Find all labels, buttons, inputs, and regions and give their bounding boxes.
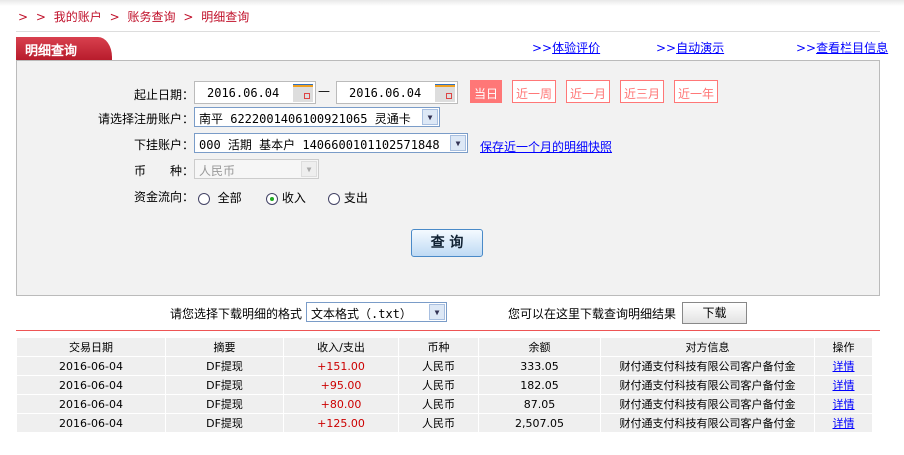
col-balance: 余额 <box>479 338 600 356</box>
account-select[interactable]: 南平 6222001406100921065 灵通卡 ▼ <box>194 107 440 127</box>
date-cell: 2016-06-04 <box>17 376 165 394</box>
table-row: 2016-06-04 DF提现 +95.00 人民币 182.05 财付通支付科技有限公司… <box>17 376 872 394</box>
flow-all-radio[interactable]: 全部 <box>198 189 242 206</box>
format-select[interactable]: 文本格式（.txt） ▼ <box>306 302 447 322</box>
col-amount: 收入/支出 <box>284 338 398 356</box>
counterparty-cell: 财付通支付科技有限公司客户备付金 <box>601 357 814 375</box>
breadcrumb-sep: > <box>109 10 120 24</box>
action-cell: 详情 <box>815 395 872 413</box>
col-summary: 摘要 <box>166 338 283 356</box>
date-cell: 2016-06-04 <box>17 414 165 432</box>
summary-cell: DF提现 <box>166 414 283 432</box>
flow-income-radio[interactable]: 收入 <box>266 189 306 206</box>
action-cell: 详情 <box>815 376 872 394</box>
amount-cell: +80.00 <box>284 395 398 413</box>
column-info-link[interactable]: >>查看栏目信息 <box>796 39 888 56</box>
table-row: 2016-06-04 DF提现 +151.00 人民币 333.05 财付通支付科技有限公… <box>17 357 872 375</box>
breadcrumb: > > 我的账户 > 账务查询 > 明细查询 <box>18 8 253 25</box>
sub-account-select[interactable]: 000 活期 基本户 1406600101102571848 ▼ <box>194 133 468 153</box>
balance-cell: 87.05 <box>479 395 600 413</box>
date-cell: 2016-06-04 <box>17 395 165 413</box>
calendar-icon[interactable] <box>293 84 313 102</box>
breadcrumb-sep: > <box>35 10 46 24</box>
balance-cell: 333.05 <box>479 357 600 375</box>
download-button[interactable]: 下载 <box>682 302 747 324</box>
currency-label: 币 种： <box>134 164 195 178</box>
action-cell: 详情 <box>815 357 872 375</box>
top-shade <box>0 0 904 6</box>
detail-link[interactable]: 详情 <box>833 398 855 411</box>
feedback-link[interactable]: >>体验评价 <box>532 39 600 56</box>
currency-cell: 人民币 <box>399 376 478 394</box>
start-date-input[interactable]: 2016.06.04 <box>194 81 316 104</box>
query-button[interactable]: 查 询 <box>411 229 483 257</box>
detail-link[interactable]: 详情 <box>833 379 855 392</box>
date-cell: 2016-06-04 <box>17 357 165 375</box>
summary-cell: DF提现 <box>166 395 283 413</box>
range-today-button[interactable]: 当日 <box>470 80 503 103</box>
date-dash: — <box>318 84 330 98</box>
chevron-down-icon: ▼ <box>422 109 438 125</box>
detail-link[interactable]: 详情 <box>833 360 855 373</box>
counterparty-cell: 财付通支付科技有限公司客户备付金 <box>601 395 814 413</box>
table-row: 2016-06-04 DF提现 +80.00 人民币 87.05 财付通支付科技有限公司客… <box>17 395 872 413</box>
balance-cell: 182.05 <box>479 376 600 394</box>
col-date: 交易日期 <box>17 338 165 356</box>
breadcrumb-account-query[interactable]: 账务查询 <box>128 10 176 24</box>
calendar-icon[interactable] <box>435 84 455 102</box>
download-hint: 您可以在这里下载查询明细结果 <box>508 307 677 321</box>
account-label: 请选择注册账户： <box>98 112 195 126</box>
currency-cell: 人民币 <box>399 395 478 413</box>
tab-detail-query[interactable]: 明细查询 <box>16 37 112 60</box>
col-counterparty: 对方信息 <box>601 338 814 356</box>
format-label: 请您选择下载明细的格式 <box>170 307 303 321</box>
amount-cell: +151.00 <box>284 357 398 375</box>
range-3month-button[interactable]: 近三月 <box>620 80 665 103</box>
end-date-input[interactable]: 2016.06.04 <box>336 81 458 104</box>
counterparty-cell: 财付通支付科技有限公司客户备付金 <box>601 414 814 432</box>
col-action: 操作 <box>815 338 872 356</box>
table-row: 2016-06-04 DF提现 +125.00 人民币 2,507.05 财付通支付科技有… <box>17 414 872 432</box>
amount-cell: +95.00 <box>284 376 398 394</box>
range-year-button[interactable]: 近一年 <box>674 80 719 103</box>
chevron-down-icon: ▼ <box>429 304 445 320</box>
auto-demo-link[interactable]: >>自动演示 <box>656 39 724 56</box>
detail-table: 交易日期 摘要 收入/支出 币种 余额 对方信息 操作 2016-06-04 DF… <box>16 337 873 433</box>
summary-cell: DF提现 <box>166 376 283 394</box>
flow-expense-radio[interactable]: 支出 <box>328 189 368 206</box>
counterparty-cell: 财付通支付科技有限公司客户备付金 <box>601 376 814 394</box>
summary-cell: DF提现 <box>166 357 283 375</box>
breadcrumb-my-account[interactable]: 我的账户 <box>54 10 102 24</box>
currency-cell: 人民币 <box>399 357 478 375</box>
col-currency: 币种 <box>399 338 478 356</box>
date-label: 起止日期： <box>134 88 195 102</box>
breadcrumb-detail-query: 明细查询 <box>201 10 250 24</box>
range-week-button[interactable]: 近一周 <box>512 80 557 103</box>
breadcrumb-sep: > <box>183 10 194 24</box>
range-month-button[interactable]: 近一月 <box>566 80 611 103</box>
action-cell: 详情 <box>815 414 872 432</box>
sub-account-label: 下挂账户： <box>134 138 195 152</box>
balance-cell: 2,507.05 <box>479 414 600 432</box>
detail-link[interactable]: 详情 <box>833 417 855 430</box>
save-snapshot-link[interactable]: 保存近一个月的明细快照 <box>480 138 612 155</box>
chevron-down-icon: ▼ <box>301 161 317 177</box>
currency-cell: 人民币 <box>399 414 478 432</box>
divider <box>16 31 880 32</box>
flow-label: 资金流向： <box>134 190 195 204</box>
chevron-down-icon: ▼ <box>450 135 466 151</box>
divider <box>16 330 880 331</box>
breadcrumb-sep: > <box>18 10 29 24</box>
currency-select[interactable]: 人民币 ▼ <box>194 159 319 179</box>
amount-cell: +125.00 <box>284 414 398 432</box>
